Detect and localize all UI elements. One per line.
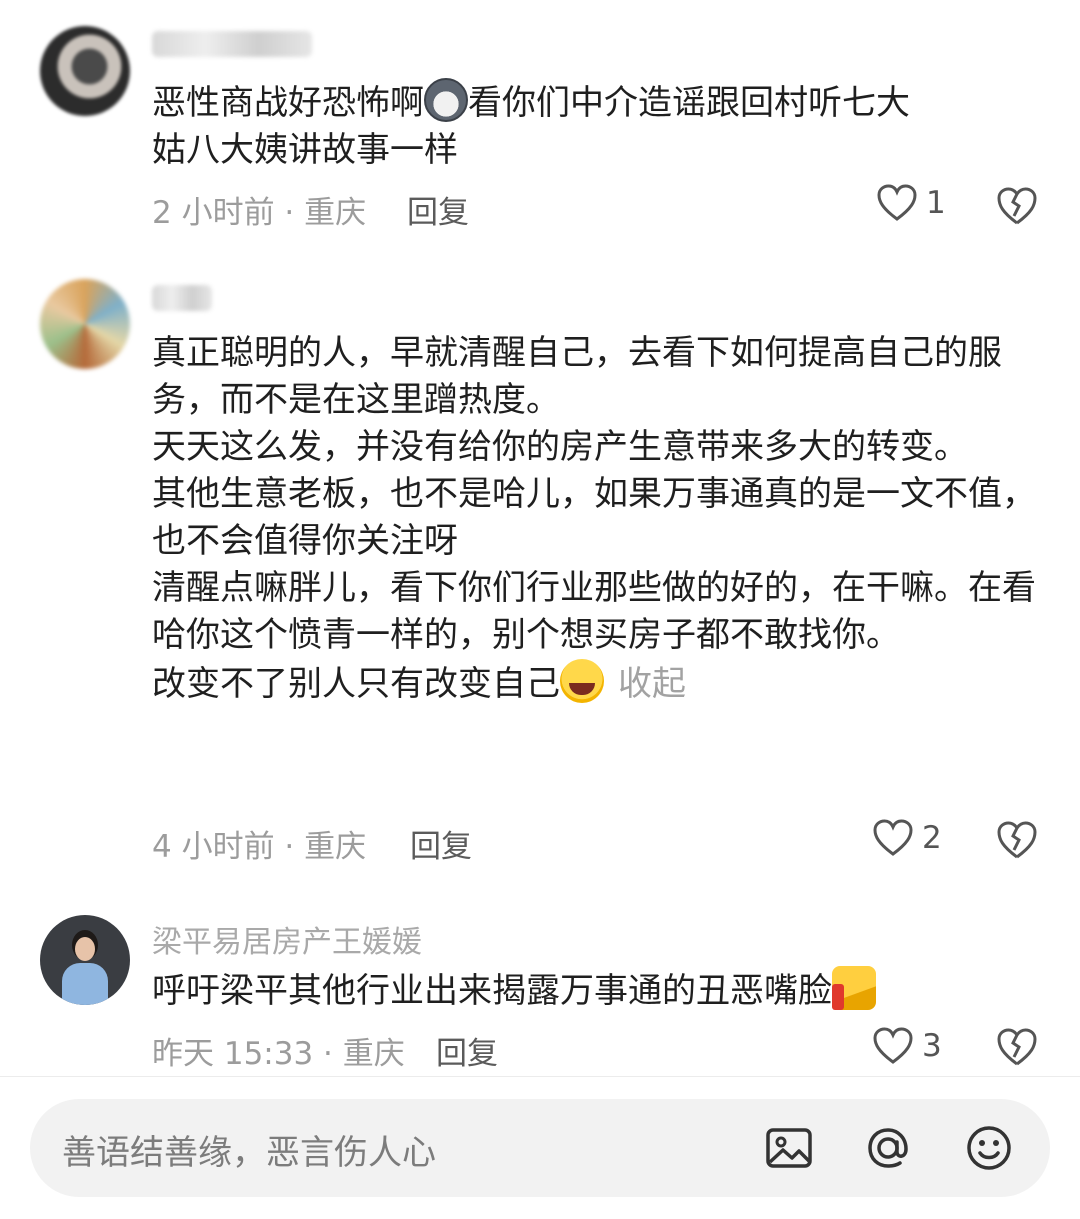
like-count: 2: [922, 820, 942, 856]
avatar[interactable]: [40, 915, 130, 1005]
comment-paragraph: 真正聪明的人，早就清醒自己，去看下如何提高自己的服务，而不是在这里蹭热度。: [152, 333, 1002, 420]
avatar[interactable]: [40, 26, 130, 116]
reply-button[interactable]: 回复: [410, 821, 472, 866]
dog-emoji-icon: [424, 78, 468, 122]
comment-text-part: 姑八大姨讲故事一样: [152, 130, 458, 170]
broken-heart-icon[interactable]: [995, 818, 1039, 862]
comment-text-part: 呼吁梁平其他行业出来揭露万事通的丑恶嘴脸: [152, 971, 832, 1011]
comment-meta: 昨天 15:33 · 重庆: [152, 1036, 405, 1072]
comment-paragraph: 天天这么发，并没有给你的房产生意带来多大的转变。: [152, 427, 968, 467]
smiley-icon[interactable]: [963, 1122, 1015, 1174]
image-icon[interactable]: [763, 1122, 815, 1174]
comment-paragraph: 清醒点嘛胖儿，看下你们行业那些做的好的，在干嘛。在看哈你这个愤青一样的，别个想买…: [152, 568, 1036, 655]
like-button[interactable]: 3: [872, 1026, 942, 1066]
like-button[interactable]: 1: [876, 183, 946, 223]
input-placeholder: 善语结善缘，恶言伤人心: [62, 1133, 436, 1173]
comment-paragraph: 改变不了别人只有改变自己: [152, 664, 560, 704]
comment-meta: 2 小时前 · 重庆: [152, 195, 367, 231]
comment-paragraph: 其他生意老板，也不是哈儿，如果万事通真的是一文不值，也不会值得你关注呀: [152, 474, 1036, 561]
broken-heart-icon[interactable]: [995, 184, 1039, 228]
heart-outline-icon: [877, 184, 917, 221]
avatar[interactable]: [40, 279, 130, 369]
heart-outline-icon: [873, 1027, 913, 1064]
reply-button[interactable]: 回复: [436, 1028, 498, 1073]
username[interactable]: 梁平易居房产王媛媛: [152, 917, 422, 961]
comment-input-bar: 善语结善缘，恶言伤人心: [0, 1076, 1080, 1219]
broken-heart-icon[interactable]: [995, 1025, 1039, 1069]
thumbs-up-emoji-icon: [832, 966, 876, 1010]
comment-text: 真正聪明的人，早就清醒自己，去看下如何提高自己的服务，而不是在这里蹭热度。 天天…: [152, 330, 1037, 708]
comment-text: 恶性商战好恐怖啊 看你们中介造谣跟回村听七大 姑八大姨讲故事一样: [152, 78, 1037, 174]
like-count: 3: [922, 1028, 942, 1064]
heart-outline-icon: [873, 819, 913, 856]
laughing-crying-emoji-icon: [560, 659, 604, 703]
at-icon[interactable]: [862, 1122, 914, 1174]
comment-text-part: 看你们中介造谣跟回村听七大: [468, 83, 910, 123]
reply-button[interactable]: 回复: [407, 187, 469, 232]
comment-text: 呼吁梁平其他行业出来揭露万事通的丑恶嘴脸: [152, 966, 1037, 1015]
like-count: 1: [926, 185, 946, 221]
person-photo: [62, 937, 108, 1005]
comment-input[interactable]: 善语结善缘，恶言伤人心: [30, 1099, 1050, 1197]
like-button[interactable]: 2: [872, 818, 942, 858]
comment-meta: 4 小时前 · 重庆: [152, 829, 367, 865]
comment-text-part: 恶性商战好恐怖啊: [152, 83, 424, 123]
username-blurred[interactable]: [152, 284, 212, 319]
collapse-button[interactable]: 收起: [618, 664, 686, 704]
username-blurred[interactable]: [152, 30, 312, 65]
